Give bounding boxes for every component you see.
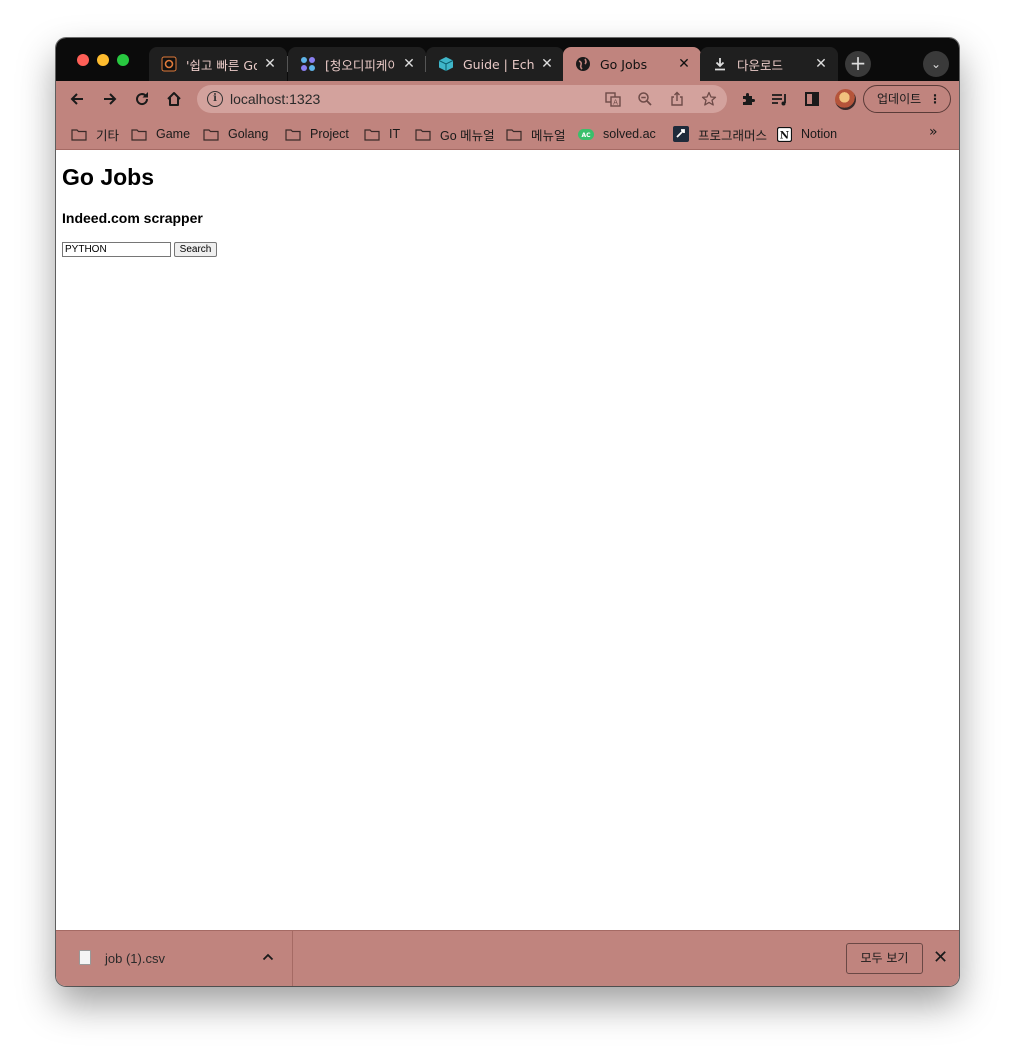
page-title: Go Jobs: [62, 164, 155, 190]
new-tab-plus-icon[interactable]: +: [845, 51, 871, 77]
page-subtitle: Indeed.com scrapper: [62, 210, 203, 226]
download-shelf: job (1).csv 모두 보기 ✕: [56, 930, 959, 986]
tab-go-jobs[interactable]: Go Jobs ✕: [563, 47, 701, 81]
folder-icon: [285, 128, 301, 141]
bookmark-folder-it[interactable]: IT: [364, 125, 400, 143]
share-icon[interactable]: [669, 91, 685, 107]
download-item[interactable]: job (1).csv: [56, 931, 293, 986]
bookmark-star-icon[interactable]: [701, 91, 717, 107]
tab-title: Guide | Echo: [463, 56, 534, 72]
home-icon[interactable]: [163, 88, 185, 110]
folder-icon: [364, 128, 380, 141]
page-content: Go Jobs Indeed.com scrapper Search: [56, 150, 959, 930]
browser-window: '쉽고 빠른 Go ✕ [청오디피케이( ✕ Guide | Echo ✕ Go…: [56, 38, 959, 986]
tab-close-icon[interactable]: ✕: [677, 56, 691, 72]
folder-icon: [203, 128, 219, 141]
folder-icon: [415, 128, 431, 141]
media-playlist-icon[interactable]: [769, 88, 791, 110]
tab-title: [청오디피케이(: [325, 57, 396, 73]
bookmarks-overflow-button[interactable]: »: [929, 124, 938, 140]
address-url[interactable]: localhost:1323: [230, 91, 320, 107]
profile-avatar[interactable]: [835, 89, 856, 110]
search-button[interactable]: Search: [174, 242, 217, 257]
bookmark-notion[interactable]: N Notion: [776, 125, 837, 143]
bookmark-label: Project: [310, 127, 349, 141]
folder-icon: [506, 128, 522, 141]
tab-title: '쉽고 빠른 Go: [186, 57, 257, 73]
download-filename[interactable]: job (1).csv: [105, 951, 165, 966]
bookmark-label: IT: [389, 127, 401, 141]
file-icon: [79, 950, 91, 965]
svg-text:N: N: [779, 130, 788, 141]
window-minimize-button[interactable]: [97, 54, 109, 66]
tab-close-icon[interactable]: ✕: [814, 56, 828, 72]
tab-title: 다운로드: [737, 57, 784, 73]
bookmark-folder-manual[interactable]: 메뉴얼: [506, 125, 566, 143]
site-info-icon[interactable]: i: [207, 91, 223, 107]
bookmark-folder-go-manual[interactable]: Go 메뉴얼: [415, 125, 495, 143]
show-all-downloads-button[interactable]: 모두 보기: [846, 943, 923, 974]
bookmark-label: Golang: [228, 127, 269, 141]
translate-icon[interactable]: A: [605, 91, 621, 107]
bookmark-label: Game: [156, 127, 191, 141]
tab-close-icon[interactable]: ✕: [540, 56, 554, 72]
tab-strip: '쉽고 빠른 Go ✕ [청오디피케이( ✕ Guide | Echo ✕ Go…: [56, 38, 959, 81]
bookmark-label: 기타: [96, 128, 120, 143]
zoom-out-icon[interactable]: [637, 91, 653, 107]
globe-icon: [575, 56, 591, 72]
tab-close-icon[interactable]: ✕: [402, 56, 416, 72]
svg-text:AC: AC: [581, 132, 591, 139]
side-panel-icon[interactable]: [801, 88, 823, 110]
search-input[interactable]: [62, 242, 171, 257]
bookmark-label: 프로그래머스: [698, 128, 768, 143]
bookmark-label: solved.ac: [603, 127, 656, 141]
window-close-button[interactable]: [77, 54, 89, 66]
close-icon[interactable]: ✕: [933, 947, 948, 968]
programmers-icon: [673, 126, 689, 142]
dots-grid-icon: [300, 56, 316, 72]
bookmark-label: Notion: [801, 127, 838, 141]
folder-icon: [71, 128, 87, 141]
update-label: 업데이트: [877, 92, 922, 106]
bookmark-folder-project[interactable]: Project: [285, 125, 349, 143]
tab-close-icon[interactable]: ✕: [263, 56, 277, 72]
bookmark-label: 메뉴얼: [531, 128, 566, 143]
bookmark-programmers[interactable]: 프로그래머스: [673, 125, 767, 143]
bookmark-solved-ac[interactable]: AC solved.ac: [578, 125, 656, 143]
nomadcoders-icon: [161, 56, 177, 72]
tab-search-chevron-icon[interactable]: ⌄: [923, 51, 949, 77]
extensions-puzzle-icon[interactable]: [737, 88, 759, 110]
bookmark-folder-game[interactable]: Game: [131, 125, 190, 143]
folder-icon: [131, 128, 147, 141]
back-arrow-icon[interactable]: [66, 88, 88, 110]
forward-arrow-icon[interactable]: [99, 88, 121, 110]
update-button[interactable]: 업데이트 ⋮: [863, 85, 951, 113]
more-vertical-icon[interactable]: ⋮: [929, 86, 941, 112]
tab-nomadcoders[interactable]: '쉽고 빠른 Go ✕: [149, 47, 287, 81]
bookmark-folder-etc[interactable]: 기타: [71, 125, 119, 143]
browser-toolbar: i localhost:1323 A 업데이트 ⋮: [56, 81, 959, 117]
solvedac-icon: AC: [578, 128, 594, 141]
tab-dpk[interactable]: [청오디피케이( ✕: [288, 47, 426, 81]
notion-icon: N: [776, 126, 792, 142]
chevron-up-icon[interactable]: [262, 950, 274, 964]
bookmark-folder-golang[interactable]: Golang: [203, 125, 268, 143]
tab-echo-guide[interactable]: Guide | Echo ✕: [426, 47, 564, 81]
echo-cube-icon: [438, 56, 454, 72]
address-bar[interactable]: i localhost:1323 A: [197, 85, 727, 113]
tab-downloads[interactable]: 다운로드 ✕: [700, 47, 838, 81]
tab-title: Go Jobs: [600, 56, 648, 72]
reload-icon[interactable]: [131, 88, 153, 110]
svg-text:A: A: [613, 99, 618, 107]
window-maximize-button[interactable]: [117, 54, 129, 66]
bookmark-label: Go 메뉴얼: [440, 128, 495, 143]
download-icon: [712, 56, 728, 72]
bookmarks-bar: 기타 Game Golang Project IT Go 메뉴얼 메뉴얼 AC: [56, 117, 959, 150]
